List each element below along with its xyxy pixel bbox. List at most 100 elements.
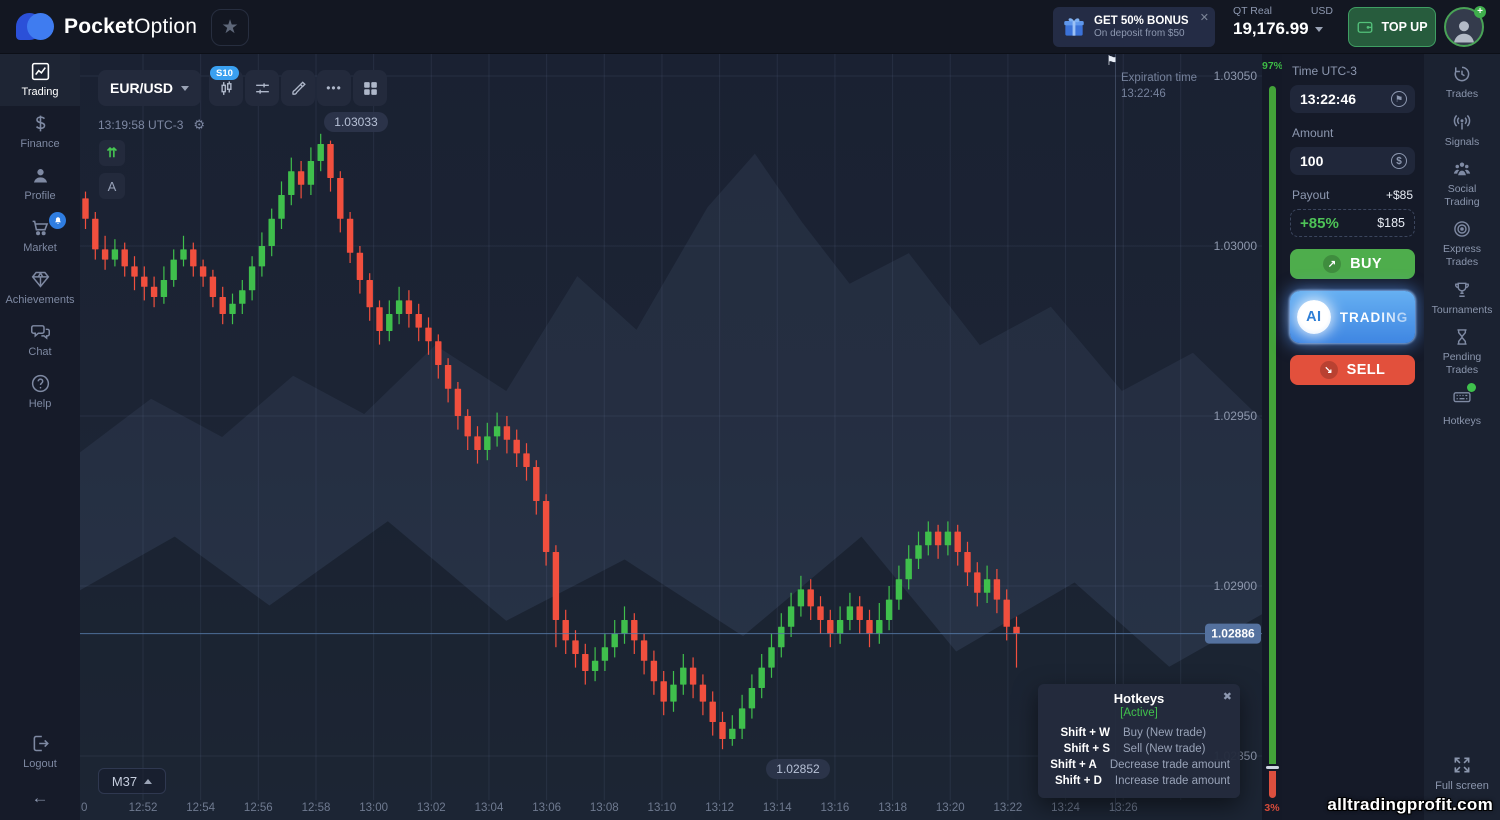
pocket-option-logo-icon	[16, 11, 54, 43]
hotkey-row: Shift + D Increase trade amount	[1048, 773, 1230, 789]
chart-clock: 13:19:58 UTC-3	[98, 117, 205, 133]
arrow-down-right-icon	[1320, 361, 1338, 379]
fullscreen-arrows-icon	[1452, 755, 1472, 775]
hotkeys-status: [Active]	[1048, 707, 1230, 719]
account-currency: USD	[1311, 5, 1333, 17]
ellipsis-icon	[326, 79, 342, 97]
sidebar-item-pending-trades[interactable]: Pending Trades	[1429, 327, 1495, 376]
indicators-tune-icon	[253, 79, 272, 98]
gift-icon	[1061, 14, 1087, 40]
chevron-up-icon	[144, 779, 152, 784]
ai-logo-icon: AI	[1297, 300, 1331, 334]
collapse-sidebar-icon[interactable]	[0, 778, 80, 820]
buy-button[interactable]: BUY	[1290, 249, 1415, 279]
sentiment-handle[interactable]	[1266, 766, 1279, 769]
sidebar-item-tournaments[interactable]: Tournaments	[1429, 280, 1495, 317]
top-up-label: TOP UP	[1381, 20, 1427, 34]
sidebar-item-express-trades[interactable]: Express Trades	[1429, 219, 1495, 268]
chart-toolbar: EUR/USD	[98, 70, 387, 106]
hotkeys-title: Hotkeys	[1048, 691, 1230, 706]
close-icon[interactable]	[1223, 690, 1232, 703]
hotkeys-popup: Hotkeys [Active] Shift + W Buy (New trad…	[1038, 684, 1240, 798]
sell-button[interactable]: SELL	[1290, 355, 1415, 385]
sidebar-item-market[interactable]: Market	[0, 210, 80, 262]
text-tool-button[interactable]: A	[99, 173, 125, 199]
gem-icon	[30, 269, 51, 290]
sidebar-item-achievements[interactable]: Achievements	[0, 262, 80, 314]
help-question-icon	[30, 373, 51, 394]
expiration-flag-icon	[1106, 53, 1118, 69]
bell-icon	[53, 216, 63, 226]
payout-plus: +$85	[1386, 188, 1413, 202]
wallet-icon	[1356, 18, 1374, 36]
trades-list-button[interactable]	[99, 140, 125, 166]
dollar-circle-icon[interactable]	[1391, 153, 1407, 169]
trophy-icon	[1452, 280, 1472, 300]
asset-pair-selector[interactable]: EUR/USD	[98, 70, 201, 106]
candlestick-icon	[217, 79, 236, 98]
sentiment-up-value: 97%	[1262, 60, 1282, 72]
sidebar-item-trading[interactable]: Trading	[0, 54, 80, 106]
time-label: Time UTC-3	[1292, 64, 1415, 78]
flag-clock-icon[interactable]	[1391, 91, 1407, 107]
hourglass-icon	[1452, 327, 1472, 347]
target-icon	[1452, 219, 1472, 239]
sidebar-item-hotkeys[interactable]: Hotkeys	[1429, 387, 1495, 427]
payout-label: Payout	[1292, 188, 1329, 202]
arrow-up-right-icon	[1323, 255, 1341, 273]
right-sidebar: Trades Signals Social Trading Express Tr…	[1424, 54, 1500, 820]
notification-bell-badge	[49, 212, 66, 229]
expiration-time: 13:22:46	[1121, 86, 1197, 102]
sidebar-item-social-trading[interactable]: Social Trading	[1429, 159, 1495, 208]
sidebar-item-logout[interactable]: Logout	[0, 726, 80, 778]
amount-input[interactable]: 100	[1290, 147, 1415, 175]
profile-person-icon	[30, 165, 51, 186]
timeframe-selector[interactable]: M37	[98, 768, 166, 794]
payout-total: $185	[1377, 216, 1405, 230]
layout-grid-button[interactable]	[353, 70, 387, 106]
balance-widget[interactable]: QT Real USD 19,176.99	[1233, 5, 1333, 39]
fullscreen-button[interactable]: Full screen	[1424, 755, 1500, 792]
avatar-add-badge	[1474, 6, 1486, 18]
expiration-label: Expiration time	[1121, 70, 1197, 86]
hotkey-row: Shift + W Buy (New trade)	[1048, 725, 1230, 741]
top-up-button[interactable]: TOP UP	[1348, 7, 1436, 47]
gear-icon[interactable]	[193, 117, 205, 133]
trade-panel: Time UTC-3 13:22:46 Amount 100 Payout +$…	[1282, 54, 1424, 820]
drawing-tools-button[interactable]	[281, 70, 315, 106]
user-icon	[1449, 15, 1479, 45]
chart-side-tools: A	[99, 140, 125, 199]
left-sidebar: Trading Finance Profile Market	[0, 54, 80, 820]
sentiment-red-bar	[1269, 771, 1276, 798]
people-group-icon	[1452, 159, 1472, 179]
balance-value: 19,176.99	[1233, 19, 1309, 39]
bonus-title: GET 50% BONUS	[1094, 15, 1189, 28]
sidebar-item-finance[interactable]: Finance	[0, 106, 80, 158]
expiration-time-input[interactable]: 13:22:46	[1290, 85, 1415, 113]
hotkeys-active-dot	[1467, 383, 1476, 392]
pocket-option-app: 1.028861.030331.028521.030501.030001.029…	[0, 0, 1500, 820]
ai-trading-button[interactable]: AI TRADING	[1290, 291, 1415, 343]
favorite-star-button[interactable]	[211, 9, 249, 46]
antenna-icon	[1452, 112, 1472, 132]
payout-percent: +85%	[1300, 215, 1339, 232]
chevron-down-icon	[181, 86, 189, 91]
sidebar-item-chat[interactable]: Chat	[0, 314, 80, 366]
sentiment-down-value: 3%	[1262, 802, 1282, 814]
topbar: PocketOption GET 50% BONUS On deposit fr…	[0, 0, 1500, 54]
sidebar-item-trades[interactable]: Trades	[1429, 64, 1495, 101]
bonus-close-icon[interactable]	[1200, 11, 1209, 24]
brand-logo[interactable]: PocketOption	[16, 11, 197, 43]
bonus-banner[interactable]: GET 50% BONUS On deposit from $50	[1053, 7, 1215, 47]
chevron-down-icon	[1315, 27, 1323, 32]
sidebar-item-help[interactable]: Help	[0, 366, 80, 418]
chat-bubbles-icon	[30, 321, 51, 342]
sentiment-bar: 97% 3%	[1262, 54, 1282, 820]
sidebar-item-signals[interactable]: Signals	[1429, 112, 1495, 149]
indicators-button[interactable]	[245, 70, 279, 106]
trading-chart-icon	[30, 61, 51, 82]
hotkey-row: Shift + S Sell (New trade)	[1048, 741, 1230, 757]
sidebar-item-profile[interactable]: Profile	[0, 158, 80, 210]
more-tools-button[interactable]	[317, 70, 351, 106]
logout-icon	[30, 733, 51, 754]
